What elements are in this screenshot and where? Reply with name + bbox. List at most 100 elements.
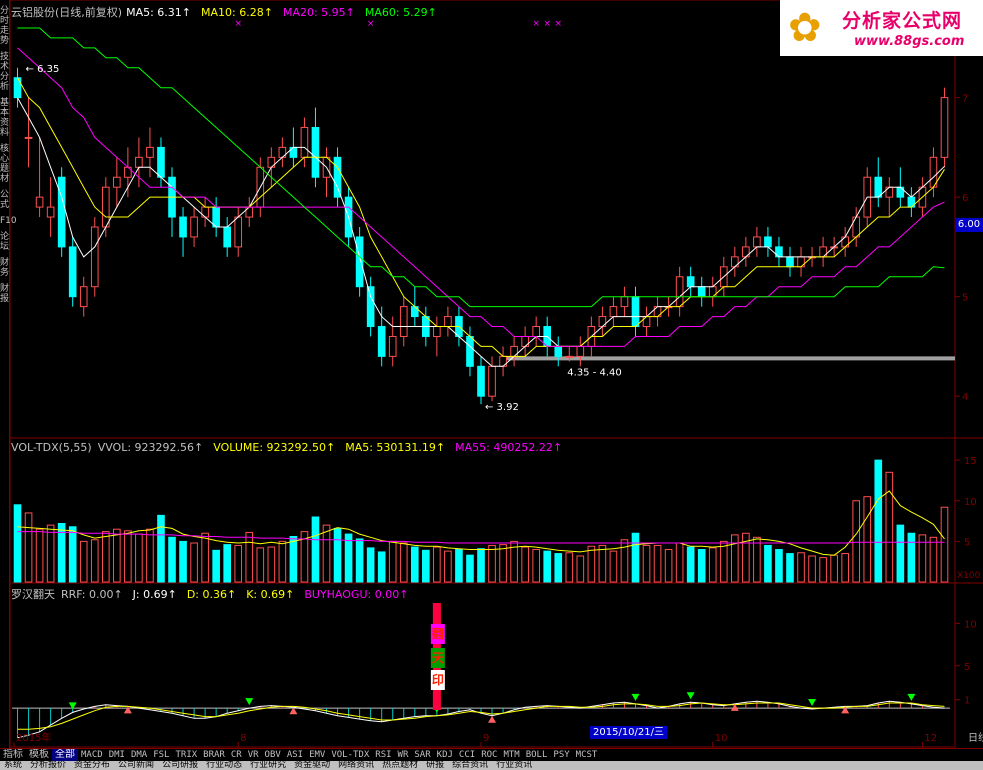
indicator-tab-trix[interactable]: TRIX <box>172 749 200 761</box>
bottom-item-7[interactable]: 资金驱动 <box>290 761 334 770</box>
candle-body-61 <box>686 276 695 288</box>
volume-bar-19 <box>223 544 231 583</box>
signal-char-2: 印 <box>432 673 444 687</box>
volume-bar-33 <box>377 551 386 583</box>
oscillator-indicator-name: 罗汉翻天 <box>11 588 55 601</box>
indicator-tab-macd[interactable]: MACD <box>78 749 106 761</box>
bottom-info-bar[interactable]: 系统 分析报价 资金分布 公司新闻 公司研报 行业动态 行业研究 资金驱动 网络资讯 热点题材 研报… <box>0 761 983 770</box>
volume-bar-20 <box>234 544 243 583</box>
signal-char-1: 天 <box>432 651 445 665</box>
volume-bar-14 <box>168 536 176 583</box>
volume-bar-35 <box>399 542 408 583</box>
candle-body-56 <box>631 296 640 328</box>
stock-chart[interactable]: 7 6 5 4 ← 6.35 ← 3.92 4.35 - 4.40 15 10 5 X100 10 5 1… <box>0 0 983 748</box>
candle-body-49 <box>554 345 563 357</box>
sell-arrow-down-4 <box>686 692 695 700</box>
indicator-tab-psy[interactable]: PSY <box>550 749 572 761</box>
candle-body-62 <box>697 286 706 298</box>
indicator-tab-vol-tdx[interactable]: VOL-TDX <box>328 749 372 761</box>
left-tab-4[interactable]: 公式 <box>0 190 9 210</box>
volume-bar-72 <box>808 555 816 583</box>
candle-body-1 <box>24 136 33 139</box>
volume-bar-1 <box>24 512 33 583</box>
bottom-item-10[interactable]: 研报 <box>422 761 448 770</box>
left-tab-3[interactable]: 核心题材 <box>0 144 9 184</box>
left-tab-6[interactable]: 论坛 <box>0 232 9 252</box>
indicator-tab-mtm[interactable]: MTM <box>500 749 522 761</box>
volume-bar-73 <box>819 557 827 583</box>
annotation-high: ← 6.35 <box>26 64 60 75</box>
indicator-tab-obv[interactable]: OBV <box>262 749 284 761</box>
bottom-item-12[interactable]: 行业资讯 <box>492 761 536 770</box>
indicator-tab-brar[interactable]: BRAR <box>200 749 228 761</box>
indicator-tab-wr[interactable]: WR <box>395 749 412 761</box>
indicator-tab-fsl[interactable]: FSL <box>150 749 172 761</box>
left-tab-0[interactable]: 分时走势 <box>0 6 9 46</box>
candle-body-16 <box>190 216 198 238</box>
candle-body-51 <box>576 345 585 357</box>
indicator-tab-模板[interactable]: 模板 <box>26 749 52 761</box>
candle-body-3 <box>46 206 55 218</box>
left-tab-1[interactable]: 技术分析 <box>0 52 9 92</box>
candle-body-26 <box>300 126 309 158</box>
candle-body-39 <box>444 316 452 328</box>
bottom-item-2[interactable]: 资金分布 <box>70 761 114 770</box>
volume-bar-5 <box>68 526 77 583</box>
left-tab-2[interactable]: 基本资料 <box>0 98 9 138</box>
volume-bar-76 <box>852 500 861 583</box>
vol-y-tick-1: 10 <box>964 497 977 508</box>
indicator-tab-cci[interactable]: CCI <box>456 749 478 761</box>
volume-indicator-0: VVOL: 923292.56↑ <box>97 441 204 454</box>
indicator-tab-cr[interactable]: CR <box>228 749 245 761</box>
indicator-tab-dmi[interactable]: DMI <box>106 749 128 761</box>
bottom-item-0[interactable]: 系统 <box>0 761 26 770</box>
indicator-tab-sar[interactable]: SAR <box>411 749 433 761</box>
site-logo[interactable]: ✿ 分析家公式网 www.88gs.com <box>780 0 983 56</box>
bottom-item-3[interactable]: 公司新闻 <box>114 761 158 770</box>
volume-bar-13 <box>157 514 165 583</box>
bottom-item-8[interactable]: 网络资讯 <box>334 761 378 770</box>
volume-bar-11 <box>135 533 143 583</box>
indicator-tab-boll[interactable]: BOLL <box>523 749 551 761</box>
osc-y-tick-2: 1 <box>964 696 970 707</box>
indicator-tab-kdj[interactable]: KDJ <box>434 749 456 761</box>
oscillator-panel-header: 罗汉翻天 RRF: 0.00↑ J: 0.69↑ D: 0.36↑ K: 0.69↑ BU… <box>11 586 428 602</box>
volume-bar-23 <box>267 546 276 583</box>
oscillator-indicator-3: K: 0.69↑ <box>246 588 295 601</box>
indicator-tab-指标[interactable]: 指标 <box>0 749 26 761</box>
indicator-tab-mcst[interactable]: MCST <box>573 749 601 761</box>
left-side-tabs[interactable]: 分时走势技术分析基本资料核心题材公式 F10 论坛财务财报 <box>0 0 17 748</box>
volume-bar-7 <box>90 539 99 583</box>
left-tab-7[interactable]: 财务 <box>0 258 9 278</box>
volume-bar-75 <box>841 553 849 583</box>
main-indicator-0: MA5: 6.31↑ <box>126 6 192 19</box>
volume-bar-51 <box>576 555 585 583</box>
x-axis-label-0: 2015年 <box>16 731 51 744</box>
indicator-tab-bar[interactable]: 指标 模板 全部 MACD DMI DMA FSL TRIX BRAR CR VR OBV ASI EMV… <box>0 748 983 761</box>
bottom-item-6[interactable]: 行业研究 <box>246 761 290 770</box>
volume-indicator-2: MA5: 530131.19↑ <box>345 441 446 454</box>
indicator-tab-emv[interactable]: EMV <box>306 749 328 761</box>
indicator-tab-asi[interactable]: ASI <box>284 749 306 761</box>
bottom-item-11[interactable]: 综合资讯 <box>448 761 492 770</box>
left-tab-5[interactable]: F10 <box>0 216 17 226</box>
main-y-tick-1: 6 <box>962 193 968 204</box>
indicator-tab-全部[interactable]: 全部 <box>52 749 78 761</box>
candle-body-8 <box>101 186 110 228</box>
bottom-item-5[interactable]: 行业动态 <box>202 761 246 770</box>
indicator-tab-rsi[interactable]: RSI <box>372 749 394 761</box>
volume-bar-49 <box>554 553 563 583</box>
bottom-item-4[interactable]: 公司研报 <box>158 761 202 770</box>
bottom-item-9[interactable]: 热点题材 <box>378 761 422 770</box>
candle-body-76 <box>852 216 861 238</box>
indicator-tab-vr[interactable]: VR <box>245 749 262 761</box>
top-marker-0: × <box>234 19 242 29</box>
osc-y-tick-0: 10 <box>964 619 977 630</box>
candle-body-20 <box>234 216 243 248</box>
indicator-tab-dma[interactable]: DMA <box>128 749 150 761</box>
indicator-tab-roc[interactable]: ROC <box>478 749 500 761</box>
volume-indicator-3: MA55: 490252.22↑ <box>455 441 563 454</box>
left-tab-8[interactable]: 财报 <box>0 284 9 304</box>
bottom-item-1[interactable]: 分析报价 <box>26 761 70 770</box>
oscillator-indicator-4: BUYHAOGU: 0.00↑ <box>304 588 409 601</box>
